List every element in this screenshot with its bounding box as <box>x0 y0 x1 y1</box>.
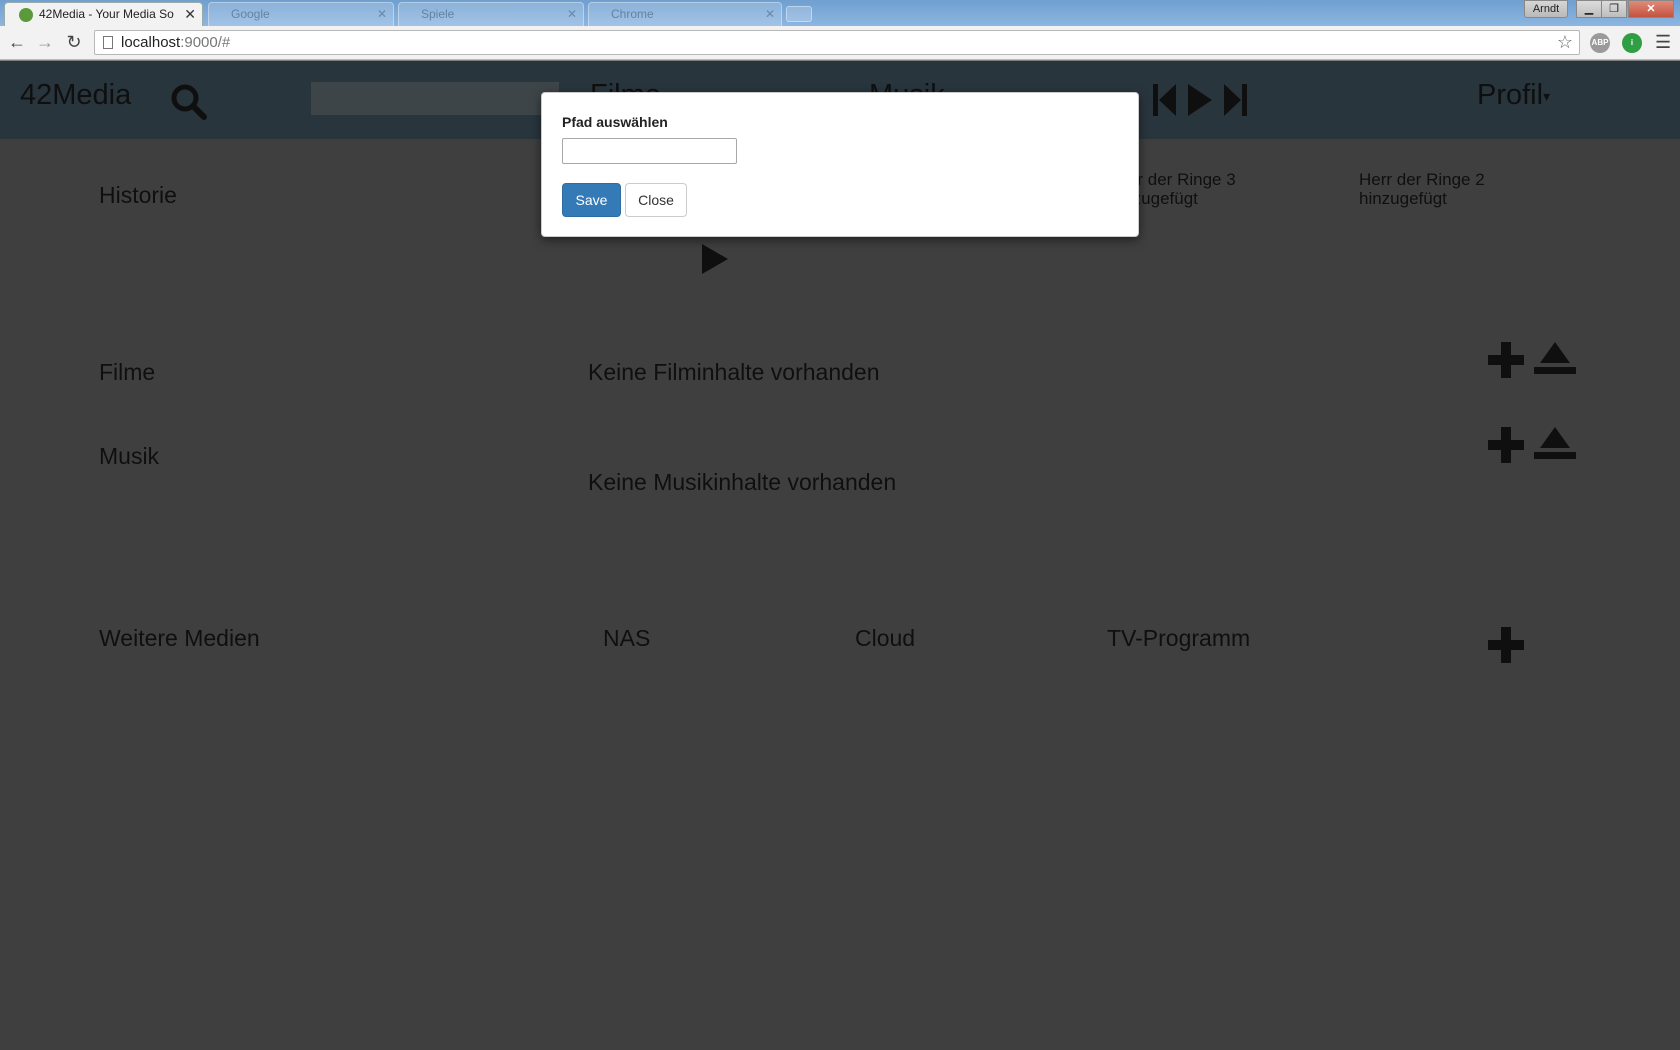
new-tab-button[interactable] <box>786 6 812 22</box>
minimize-button[interactable]: ▁ <box>1576 0 1602 18</box>
tab-title: 42Media - Your Media So <box>39 7 174 21</box>
url-text: localhost:9000/# <box>121 34 231 51</box>
forward-arrow-icon[interactable]: → <box>35 32 55 52</box>
tab-close-icon[interactable]: ✕ <box>377 3 387 25</box>
browser-titlebar: 42Media - Your Media So ✕ Google ✕ Spiel… <box>0 0 1680 26</box>
tab-active[interactable]: 42Media - Your Media So ✕ <box>4 2 203 26</box>
browser-toolbar: ← → ↻ localhost:9000/# ☆ ABP i ☰ <box>0 26 1680 60</box>
tab-title: Google <box>231 7 270 21</box>
page-icon <box>103 36 113 49</box>
save-button[interactable]: Save <box>562 183 621 217</box>
close-button[interactable]: Close <box>625 183 687 217</box>
tab-background-3[interactable]: Chrome ✕ <box>588 2 782 26</box>
path-label: Pfad auswählen <box>562 114 668 130</box>
tab-close-icon[interactable]: ✕ <box>184 3 196 25</box>
tab-title: Chrome <box>611 7 654 21</box>
tab-close-icon[interactable]: ✕ <box>567 3 577 25</box>
adblock-extension-icon[interactable]: ABP <box>1590 33 1610 53</box>
window-close-button[interactable]: ✕ <box>1628 0 1674 18</box>
tab-background-1[interactable]: Google ✕ <box>208 2 394 26</box>
tab-title: Spiele <box>421 7 455 21</box>
tab-background-2[interactable]: Spiele ✕ <box>398 2 584 26</box>
app-favicon-icon <box>19 8 33 22</box>
maximize-button[interactable]: ❐ <box>1601 0 1627 18</box>
address-bar[interactable]: localhost:9000/# ☆ <box>94 30 1580 55</box>
extension-green-icon[interactable]: i <box>1622 33 1642 53</box>
browser-profile-badge[interactable]: Arndt <box>1524 0 1568 18</box>
browser-menu-icon[interactable]: ☰ <box>1655 32 1671 52</box>
back-arrow-icon[interactable]: ← <box>7 32 27 52</box>
bookmark-star-icon[interactable]: ☆ <box>1557 32 1573 53</box>
tab-close-icon[interactable]: ✕ <box>765 3 775 25</box>
path-select-dialog: Pfad auswählen Save Close <box>541 92 1139 237</box>
reload-icon[interactable]: ↻ <box>64 32 84 52</box>
path-input[interactable] <box>562 138 737 164</box>
